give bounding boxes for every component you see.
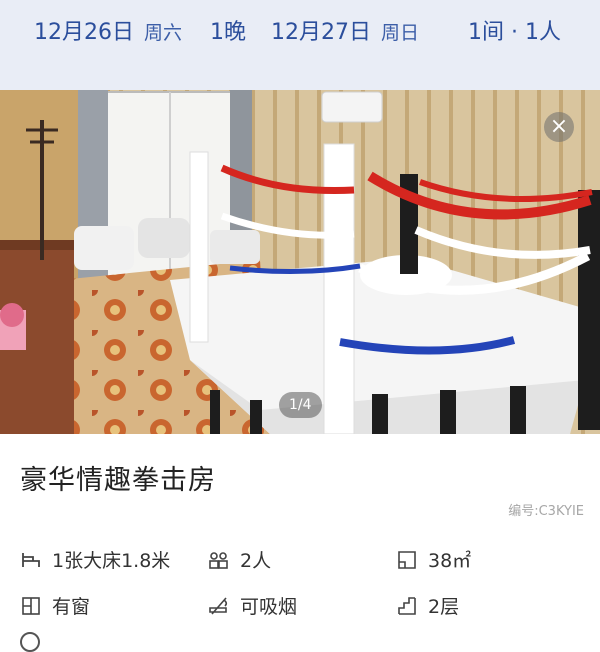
bed-icon	[20, 549, 42, 571]
photo-counter: 1/4	[279, 392, 322, 418]
smoking-icon	[208, 595, 230, 617]
feature-label: 2人	[240, 550, 272, 572]
feature-label: 有窗	[52, 596, 91, 618]
feature-smoking: 可吸烟	[208, 592, 297, 619]
room-photo	[0, 90, 600, 434]
booking-date-bar[interactable]: 12月26日 周六 1晚 12月27日 周日 1间 · 1人	[0, 0, 600, 90]
checkout-date: 12月27日 周日	[271, 20, 420, 45]
feature-window: 有窗	[20, 592, 90, 619]
floor-icon	[396, 595, 418, 617]
nights-count: 1晚	[210, 20, 246, 45]
feature-bed: 1张大床1.8米	[20, 546, 170, 573]
feature-label: 38㎡	[428, 550, 472, 572]
area-icon	[396, 549, 418, 571]
checkin-date: 12月26日 周六	[34, 20, 183, 45]
rooms-guests[interactable]: 1间 · 1人	[468, 14, 561, 46]
checkin-weekday: 周六	[144, 22, 183, 44]
checkout-weekday: 周日	[381, 22, 420, 44]
feature-area: 38㎡	[396, 546, 471, 573]
more-features-icon	[20, 632, 40, 652]
feature-occupancy: 2人	[208, 546, 271, 573]
close-icon[interactable]: ×	[544, 112, 574, 142]
room-code: 编号:C3KYIE	[508, 504, 584, 519]
feature-label: 2层	[428, 596, 460, 618]
feature-floor: 2层	[396, 592, 459, 619]
room-photo-gallery[interactable]: × 1/4	[0, 90, 600, 434]
feature-label: 可吸烟	[240, 596, 298, 618]
window-icon	[20, 595, 42, 617]
people-icon	[208, 549, 230, 571]
room-name: 豪华情趣拳击房	[20, 465, 216, 496]
feature-label: 1张大床1.8米	[52, 550, 171, 572]
